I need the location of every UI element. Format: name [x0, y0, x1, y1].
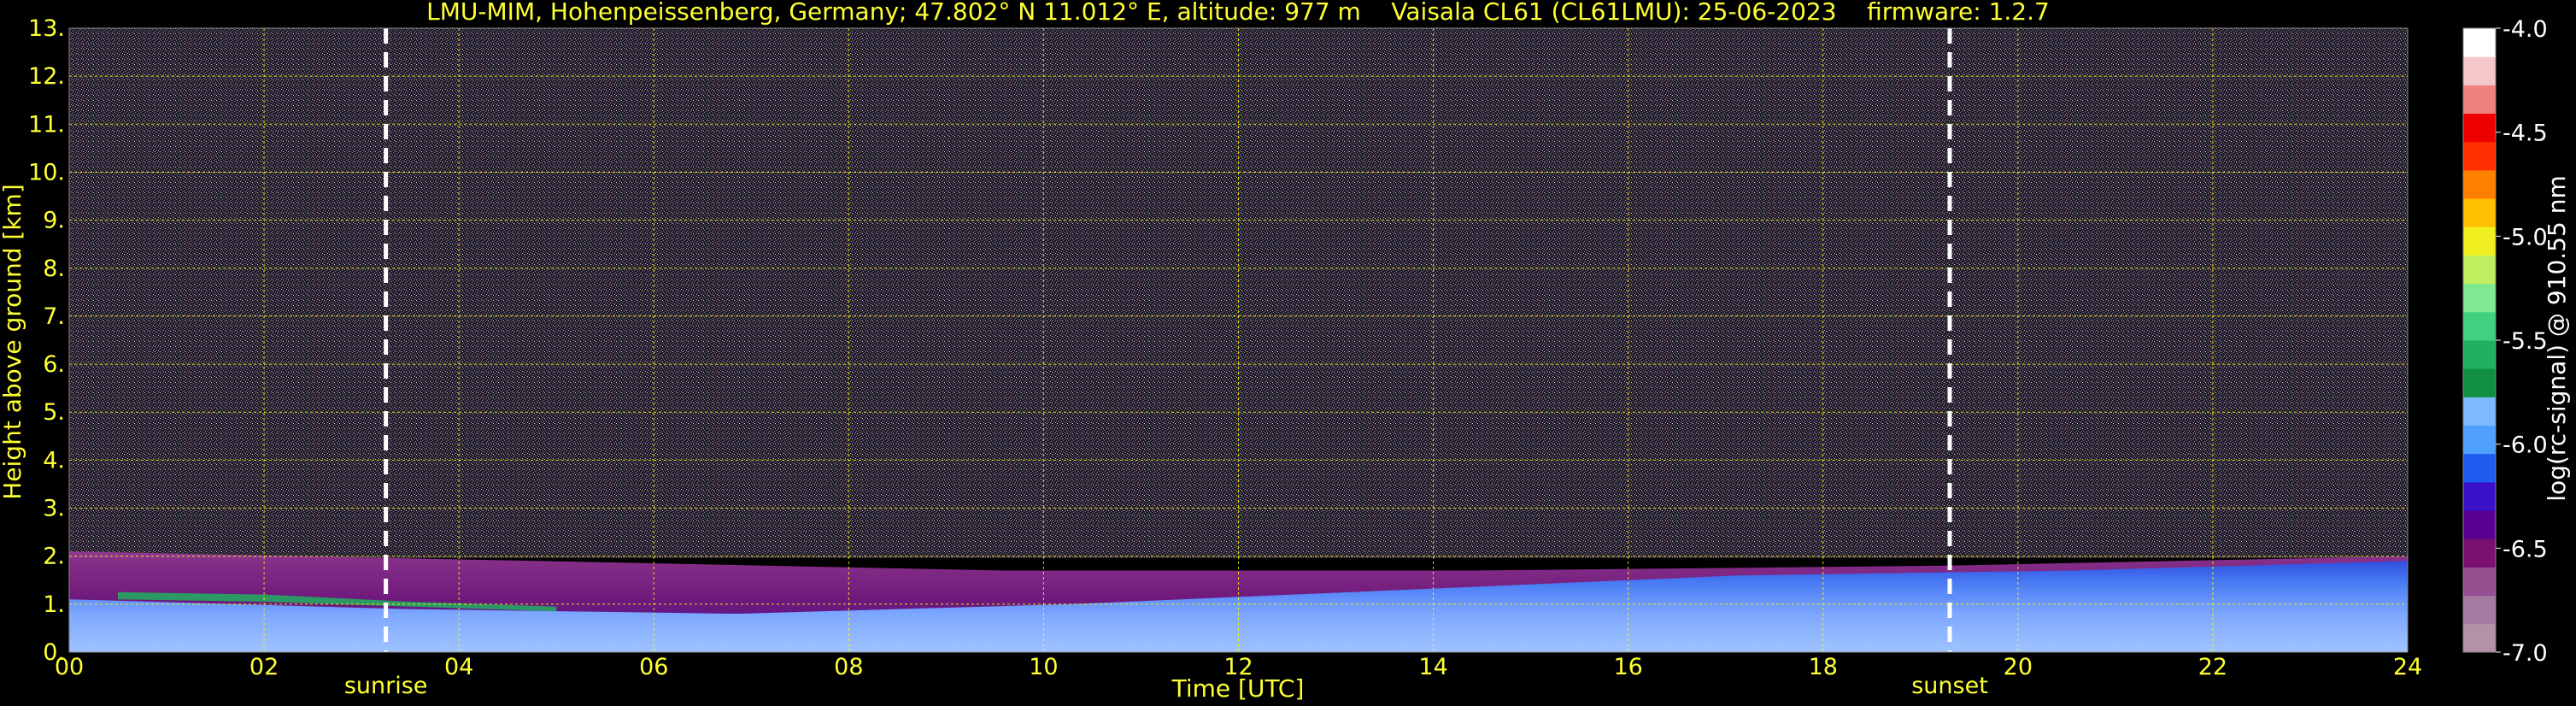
x-tick-label: 02	[249, 654, 279, 680]
colorbar-tick-label: -7.0	[2503, 640, 2548, 667]
colorbar-segment	[2463, 255, 2496, 285]
y-tick-label: 2.	[43, 544, 65, 570]
colorbar-segment	[2463, 425, 2496, 455]
y-axis-label: Height above ground [km]	[0, 184, 26, 500]
x-tick-label: 24	[2393, 654, 2422, 680]
colorbar-segment	[2463, 368, 2496, 397]
y-tick-label: 10.	[28, 159, 65, 185]
colorbar-segment	[2463, 28, 2496, 57]
y-tick-label: 5.	[43, 399, 65, 426]
y-tick-label: 1.	[43, 591, 65, 618]
x-tick-label: 08	[834, 654, 863, 680]
y-tick-label: 7.	[43, 303, 65, 330]
colorbar-tick-label: -6.0	[2503, 432, 2548, 459]
colorbar-tick-label: -4.5	[2503, 121, 2548, 147]
colorbar-segment	[2463, 56, 2496, 85]
colorbar-segment	[2463, 623, 2496, 653]
chart-title: LMU-MIM, Hohenpeissenberg, Germany; 47.8…	[426, 0, 2050, 26]
colorbar-segment	[2463, 397, 2496, 427]
colorbar-segment	[2463, 141, 2496, 171]
colorbar-segment	[2463, 453, 2496, 483]
x-tick-label: 16	[1613, 654, 1642, 680]
x-tick-label: 14	[1418, 654, 1447, 680]
x-tick-label: 10	[1029, 654, 1058, 680]
colorbar-segment	[2463, 340, 2496, 369]
colorbar-segment	[2463, 538, 2496, 568]
colorbar-tick-label: -6.5	[2503, 536, 2548, 562]
colorbar: -4.0 -4.5 -5.0 -5.5 -6.0 -6.5 -7.0	[2462, 16, 2548, 667]
y-tick-label: 9.	[43, 208, 65, 234]
colorbar-tick-label: -5.5	[2503, 328, 2548, 355]
colorbar-segment	[2463, 198, 2496, 227]
y-tick-label: 8.	[43, 256, 65, 282]
y-tick-label: 11.	[28, 111, 65, 138]
colorbar-segment	[2463, 595, 2496, 625]
colorbar-segment	[2463, 510, 2496, 539]
y-tick-label: 12.	[28, 63, 65, 90]
sunset-label: sunset	[1911, 673, 1988, 699]
colorbar-segment	[2463, 283, 2496, 313]
colorbar-label: log(rc-signal) @ 910.55 nm	[2543, 175, 2571, 501]
x-tick-label: 20	[2004, 654, 2033, 680]
colorbar-segment	[2463, 227, 2496, 256]
colorbar-tick-label: -4.0	[2503, 16, 2548, 43]
colorbar-tick-label: -5.0	[2503, 224, 2548, 250]
colorbar-segment	[2463, 169, 2496, 199]
sunrise-label: sunrise	[344, 673, 428, 699]
y-tick-label: 6.	[43, 351, 65, 378]
y-tick-label: 13.	[28, 15, 65, 42]
x-tick-label: 06	[639, 654, 668, 680]
y-tick-label: 3.	[43, 496, 65, 522]
x-axis-label: Time [UTC]	[1171, 674, 1305, 703]
colorbar-segment	[2463, 113, 2496, 143]
chart-svg: 00 02 04 06 08 10 12 14 16 18 20 22 24 0.1.2.3.4.5.6…	[0, 0, 2571, 703]
x-tick-label: 22	[2198, 654, 2227, 680]
y-tick-label: 0.	[43, 639, 65, 666]
colorbar-segment	[2463, 481, 2496, 511]
x-tick-label: 18	[1809, 654, 1838, 680]
y-axis: 0. 1. 2. 3. 4. 5. 6. 7. 8. 9. 10. 11. 12. 13.	[28, 15, 65, 666]
x-tick-label: 04	[444, 654, 473, 680]
colorbar-segment	[2463, 567, 2496, 597]
colorbar-segment	[2463, 85, 2496, 115]
colorbar-segment	[2463, 311, 2496, 341]
y-tick-label: 4.	[43, 447, 65, 474]
